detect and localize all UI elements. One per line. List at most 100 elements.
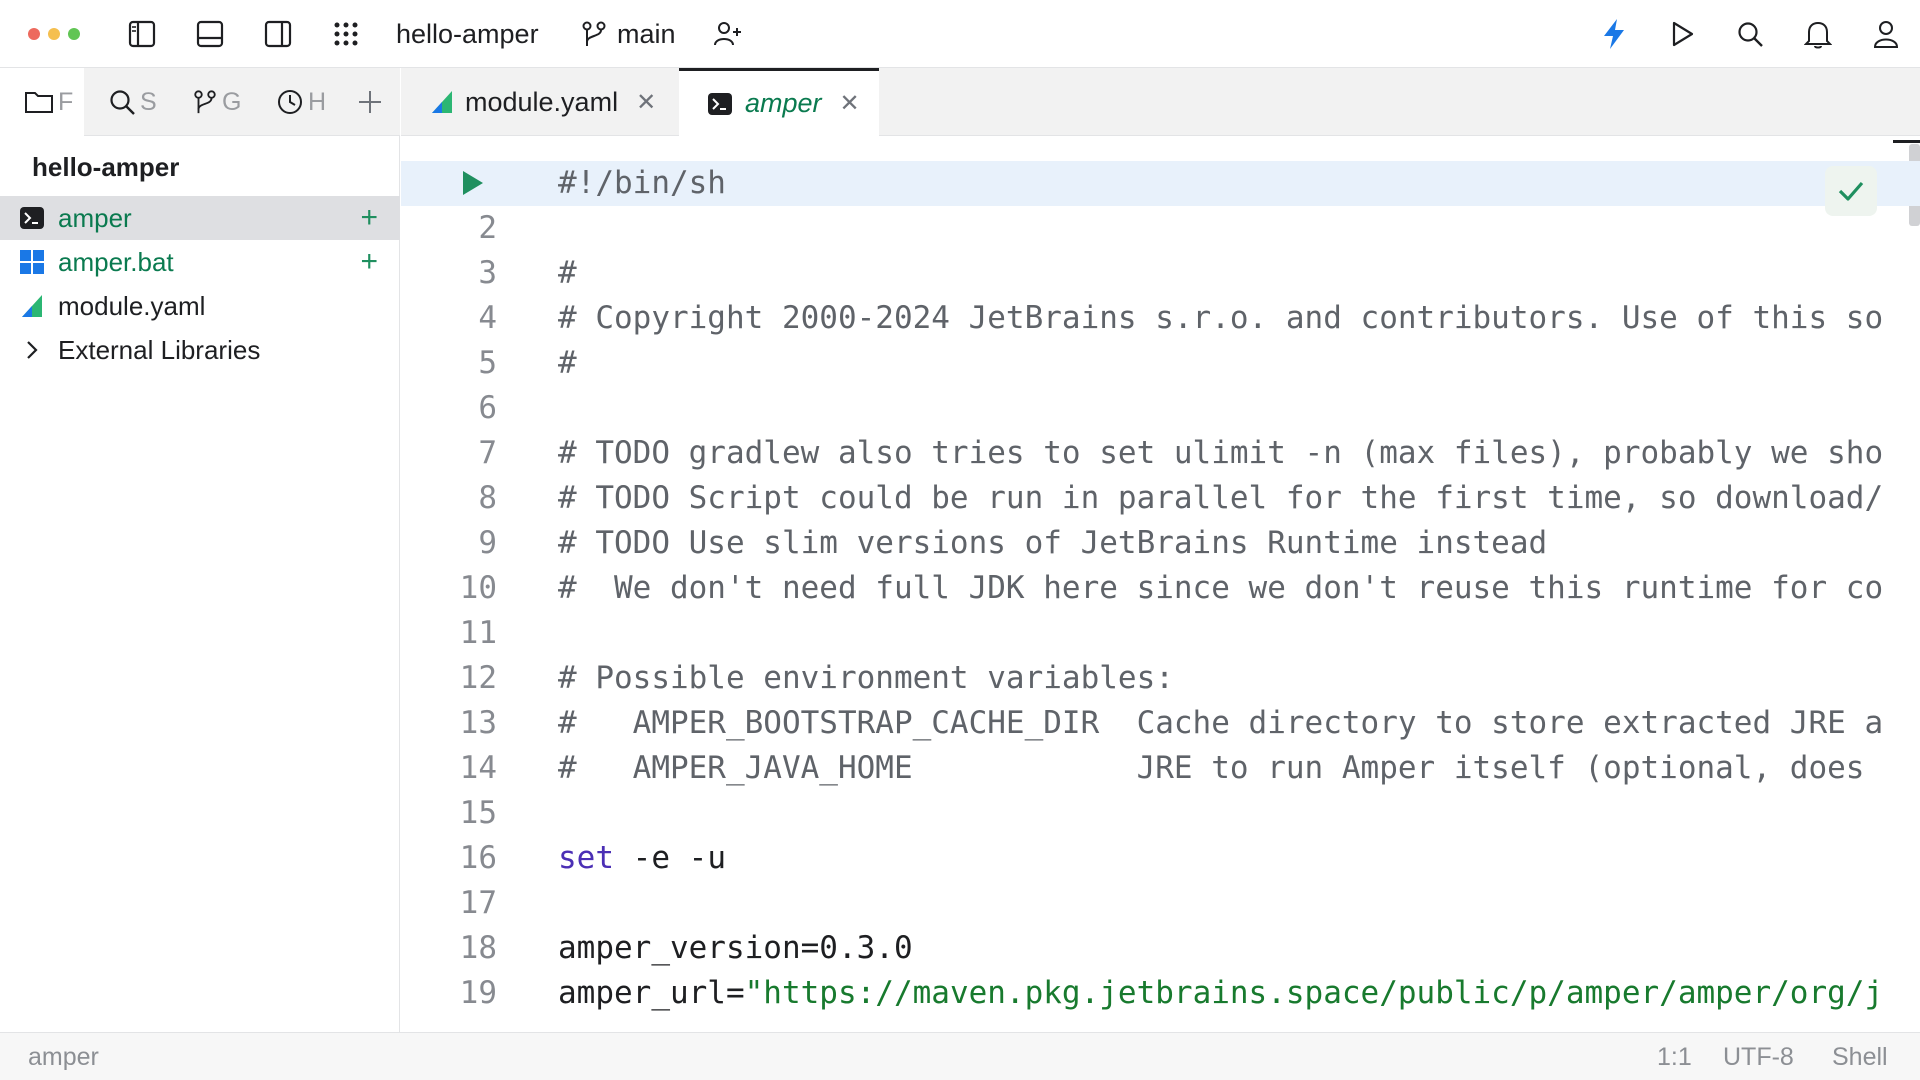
code-line[interactable]: 8 # TODO Script could be run in parallel … — [401, 476, 1920, 521]
terminal-file-icon — [18, 204, 46, 232]
minimize-window-button[interactable] — [48, 28, 60, 40]
code-line[interactable]: 16 set -e -u — [401, 836, 1920, 881]
maximize-window-button[interactable] — [68, 28, 80, 40]
code-text: # — [558, 345, 577, 381]
main-menu-grid-icon[interactable] — [328, 16, 364, 52]
code-text: # — [558, 255, 577, 291]
line-number[interactable]: 16 — [401, 836, 497, 881]
vcs-added-icon: + — [360, 201, 378, 234]
code-line[interactable]: 5 # — [401, 341, 1920, 386]
search-icon[interactable] — [1732, 16, 1768, 52]
plus-icon — [359, 91, 381, 113]
line-number[interactable]: 13 — [401, 701, 497, 746]
line-number[interactable]: 8 — [401, 476, 497, 521]
inspections-ok-icon[interactable] — [1825, 166, 1877, 216]
code-line[interactable]: 4 # Copyright 2000-2024 JetBrains s.r.o. … — [401, 296, 1920, 341]
tool-window-tabs: F S G H — [0, 68, 400, 136]
code-line[interactable]: 6 — [401, 386, 1920, 431]
tree-item-label: amper — [58, 202, 132, 233]
project-root-title[interactable]: hello-amper — [32, 152, 179, 183]
line-number[interactable]: 6 — [401, 386, 497, 431]
code-line[interactable]: 12 # Possible environment variables: — [401, 656, 1920, 701]
toggle-left-panel-icon[interactable] — [124, 16, 160, 52]
run-gutter-icon[interactable] — [459, 168, 487, 198]
toggle-bottom-panel-icon[interactable] — [192, 16, 228, 52]
code-line[interactable]: 15 — [401, 791, 1920, 836]
search-icon — [110, 90, 135, 115]
line-number[interactable]: 11 — [401, 611, 497, 656]
line-number[interactable]: 14 — [401, 746, 497, 791]
code-line[interactable]: 9 # TODO Use slim versions of JetBrains R… — [401, 521, 1920, 566]
line-number[interactable]: 5 — [401, 341, 497, 386]
line-number[interactable]: 17 — [401, 881, 497, 926]
project-panel: hello-amper amper + amper.bat + module.y… — [0, 136, 400, 1032]
code-line[interactable]: 18 amper_version=0.3.0 — [401, 926, 1920, 971]
account-icon[interactable] — [1868, 16, 1904, 52]
code-line[interactable]: 19 amper_url="https://maven.pkg.jetbrains… — [401, 971, 1920, 1016]
clock-icon — [278, 90, 302, 114]
code-text: #!/bin/sh — [558, 165, 726, 201]
tab-project-label: F — [58, 87, 74, 116]
run-icon[interactable] — [1664, 16, 1700, 52]
tree-item-module-yaml[interactable]: module.yaml — [0, 284, 400, 328]
line-number[interactable]: 4 — [401, 296, 497, 341]
tab-search-label: S — [140, 87, 157, 116]
vcs-branch-widget[interactable]: main — [617, 16, 676, 52]
tab-module-yaml[interactable]: module.yaml ✕ — [429, 68, 679, 136]
line-number[interactable]: 3 — [401, 251, 497, 296]
status-caret-position[interactable]: 1:1 — [1657, 1043, 1692, 1072]
line-number[interactable]: 18 — [401, 926, 497, 971]
toggle-right-panel-icon[interactable] — [260, 16, 296, 52]
terminal-file-icon — [708, 92, 732, 115]
add-user-icon[interactable] — [710, 16, 746, 52]
status-bar: amper 1:1 UTF-8 Shell — [0, 1032, 1920, 1080]
line-number[interactable]: 9 — [401, 521, 497, 566]
tree-item-amper[interactable]: amper + — [0, 196, 400, 240]
tree-item-label: amper.bat — [58, 246, 174, 277]
tree-item-amper-bat[interactable]: amper.bat + — [0, 240, 400, 284]
code-text: # TODO Use slim versions of JetBrains Ru… — [558, 525, 1548, 561]
line-number[interactable]: 15 — [401, 791, 497, 836]
code-line[interactable]: 10 # We don't need full JDK here since we… — [401, 566, 1920, 611]
tab-module-yaml-label: module.yaml — [465, 86, 619, 117]
line-number[interactable]: 12 — [401, 656, 497, 701]
line-number[interactable]: 2 — [401, 206, 497, 251]
code-line[interactable]: #!/bin/sh — [401, 161, 1920, 206]
tab-project[interactable]: F — [0, 68, 84, 136]
code-line[interactable]: 13 # AMPER_BOOTSTRAP_CACHE_DIR Cache dire… — [401, 701, 1920, 746]
code-line[interactable]: 11 — [401, 611, 1920, 656]
code-line[interactable]: 17 — [401, 881, 1920, 926]
code-text: amper_url="https://maven.pkg.jetbrains.s… — [558, 971, 1883, 1016]
line-number[interactable]: 10 — [401, 566, 497, 611]
close-window-button[interactable] — [28, 28, 40, 40]
scroll-indicator — [1893, 140, 1920, 143]
tree-item-external-libraries[interactable]: External Libraries — [0, 328, 400, 372]
code-line[interactable]: 14 # AMPER_JAVA_HOME JRE to run Amper its… — [401, 746, 1920, 791]
chevron-right-icon[interactable] — [18, 336, 46, 364]
line-number[interactable]: 19 — [401, 971, 497, 1016]
close-tab-icon[interactable]: ✕ — [636, 88, 656, 117]
code-line[interactable]: 2 — [401, 206, 1920, 251]
branch-icon — [194, 90, 216, 114]
code-editor[interactable]: #!/bin/sh 2 3 #4 # Copyright 2000-2024 JetBr… — [401, 136, 1920, 1032]
tab-git[interactable]: G — [192, 68, 248, 136]
tab-amper[interactable]: amper ✕ — [679, 68, 879, 136]
code-line[interactable]: 7 # TODO gradlew also tries to set ulimit… — [401, 431, 1920, 476]
editor-tabs: module.yaml ✕ amper ✕ — [401, 68, 1920, 136]
project-switcher[interactable]: hello-amper — [396, 16, 539, 52]
status-encoding[interactable]: UTF-8 — [1723, 1043, 1794, 1072]
status-file-breadcrumb[interactable]: amper — [28, 1043, 99, 1072]
tab-history-label: H — [308, 87, 327, 116]
close-tab-icon[interactable]: ✕ — [840, 89, 860, 118]
status-language[interactable]: Shell — [1832, 1043, 1888, 1072]
code-line[interactable]: 3 # — [401, 251, 1920, 296]
tab-amper-label: amper — [745, 88, 822, 118]
line-number[interactable]: 7 — [401, 431, 497, 476]
code-token: -e -u — [614, 840, 726, 876]
notifications-bell-icon[interactable] — [1800, 16, 1836, 52]
tab-search[interactable]: S — [108, 68, 164, 136]
code-text: # AMPER_BOOTSTRAP_CACHE_DIR Cache direct… — [558, 705, 1884, 741]
lightning-icon[interactable] — [1596, 16, 1632, 52]
add-tab-button[interactable] — [352, 68, 388, 136]
tab-history[interactable]: H — [276, 68, 332, 136]
